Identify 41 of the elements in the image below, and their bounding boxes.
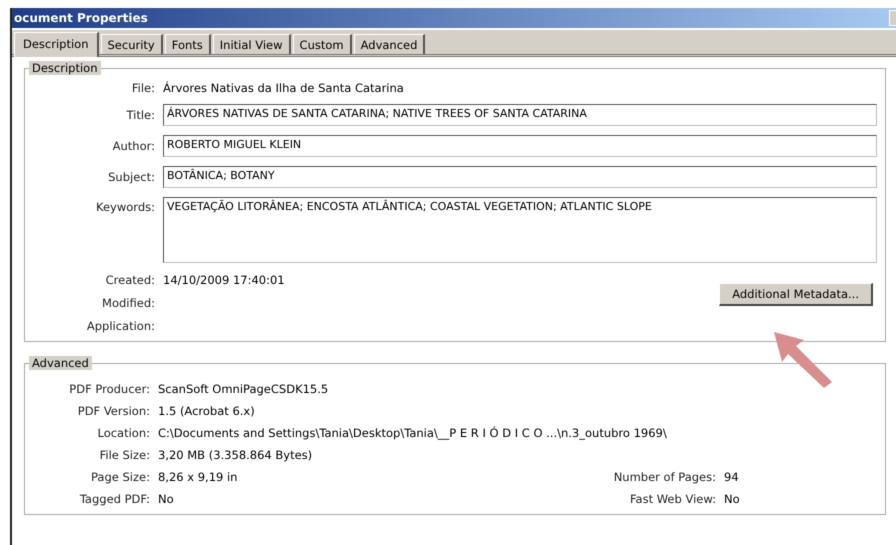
close-button[interactable] <box>889 10 896 26</box>
field-label: Author: <box>112 139 155 153</box>
field-label: Fast Web View: <box>628 492 716 506</box>
field-label: Modified: <box>101 296 155 310</box>
window-title: ocument Properties <box>14 11 148 25</box>
field-value: C:\Documents and Settings\Tania\Desktop\Tania\__P E R I Ó D I C O ...\n.3_outubro 1969\ <box>158 426 668 440</box>
field-label: PDF Version: <box>76 404 150 418</box>
additional-metadata-button[interactable]: Additional Metadata... <box>719 283 873 306</box>
field-value: 94 <box>724 470 740 484</box>
field-value: No <box>724 492 741 506</box>
field-value: ScanSoft OmniPageCSDK15.5 <box>158 382 330 396</box>
field-value: 3,20 MB (3.358.864 Bytes) <box>158 448 314 462</box>
field-label: Created: <box>104 273 155 287</box>
field-label: PDF Producer: <box>68 382 150 396</box>
field-label: Keywords: <box>95 199 155 214</box>
file-name: Árvores Nativas da Ilha de Santa Catarina <box>163 81 405 95</box>
field-value: 1.5 (Acrobat 6.x) <box>158 404 256 418</box>
text-field[interactable]: ÁRVORES NATIVAS DE SANTA CATARINA; NATIVE TREES OF SANTA CATARINA <box>163 104 877 126</box>
text-field[interactable]: ROBERTO MIGUEL KLEIN <box>163 135 877 157</box>
tab[interactable]: Initial View <box>212 34 291 54</box>
field-value: 8,26 x 9,19 in <box>158 470 238 484</box>
field-label: Number of Pages: <box>612 470 716 484</box>
date-value: 14/10/2009 17:40:01 <box>163 273 285 287</box>
field-label: File: <box>130 81 155 95</box>
field-value: No <box>158 492 175 506</box>
field-label: Tagged PDF: <box>78 492 150 506</box>
field-label: Subject: <box>107 170 155 184</box>
field-label: Page Size: <box>90 470 150 484</box>
field-label: File Size: <box>98 448 150 462</box>
tab[interactable]: Security <box>100 34 163 54</box>
field-label: Title: <box>125 108 155 122</box>
tab[interactable]: Fonts <box>164 34 211 54</box>
group-title: Description <box>29 61 100 75</box>
text-field[interactable]: BOTÂNICA; BOTANY <box>163 166 877 188</box>
tab[interactable]: Description <box>14 32 98 57</box>
keywords-field[interactable]: VEGETAÇÃO LITORÂNEA; ENCOSTA ATLÂNTICA; COASTAL VEGETATION; ATLANTIC SLOPE <box>163 197 877 263</box>
field-label: Location: <box>96 426 150 440</box>
tab[interactable]: Custom <box>292 34 352 54</box>
field-label: Application: <box>86 319 155 333</box>
tab[interactable]: Advanced <box>354 34 426 54</box>
group-title: Advanced <box>29 356 92 370</box>
